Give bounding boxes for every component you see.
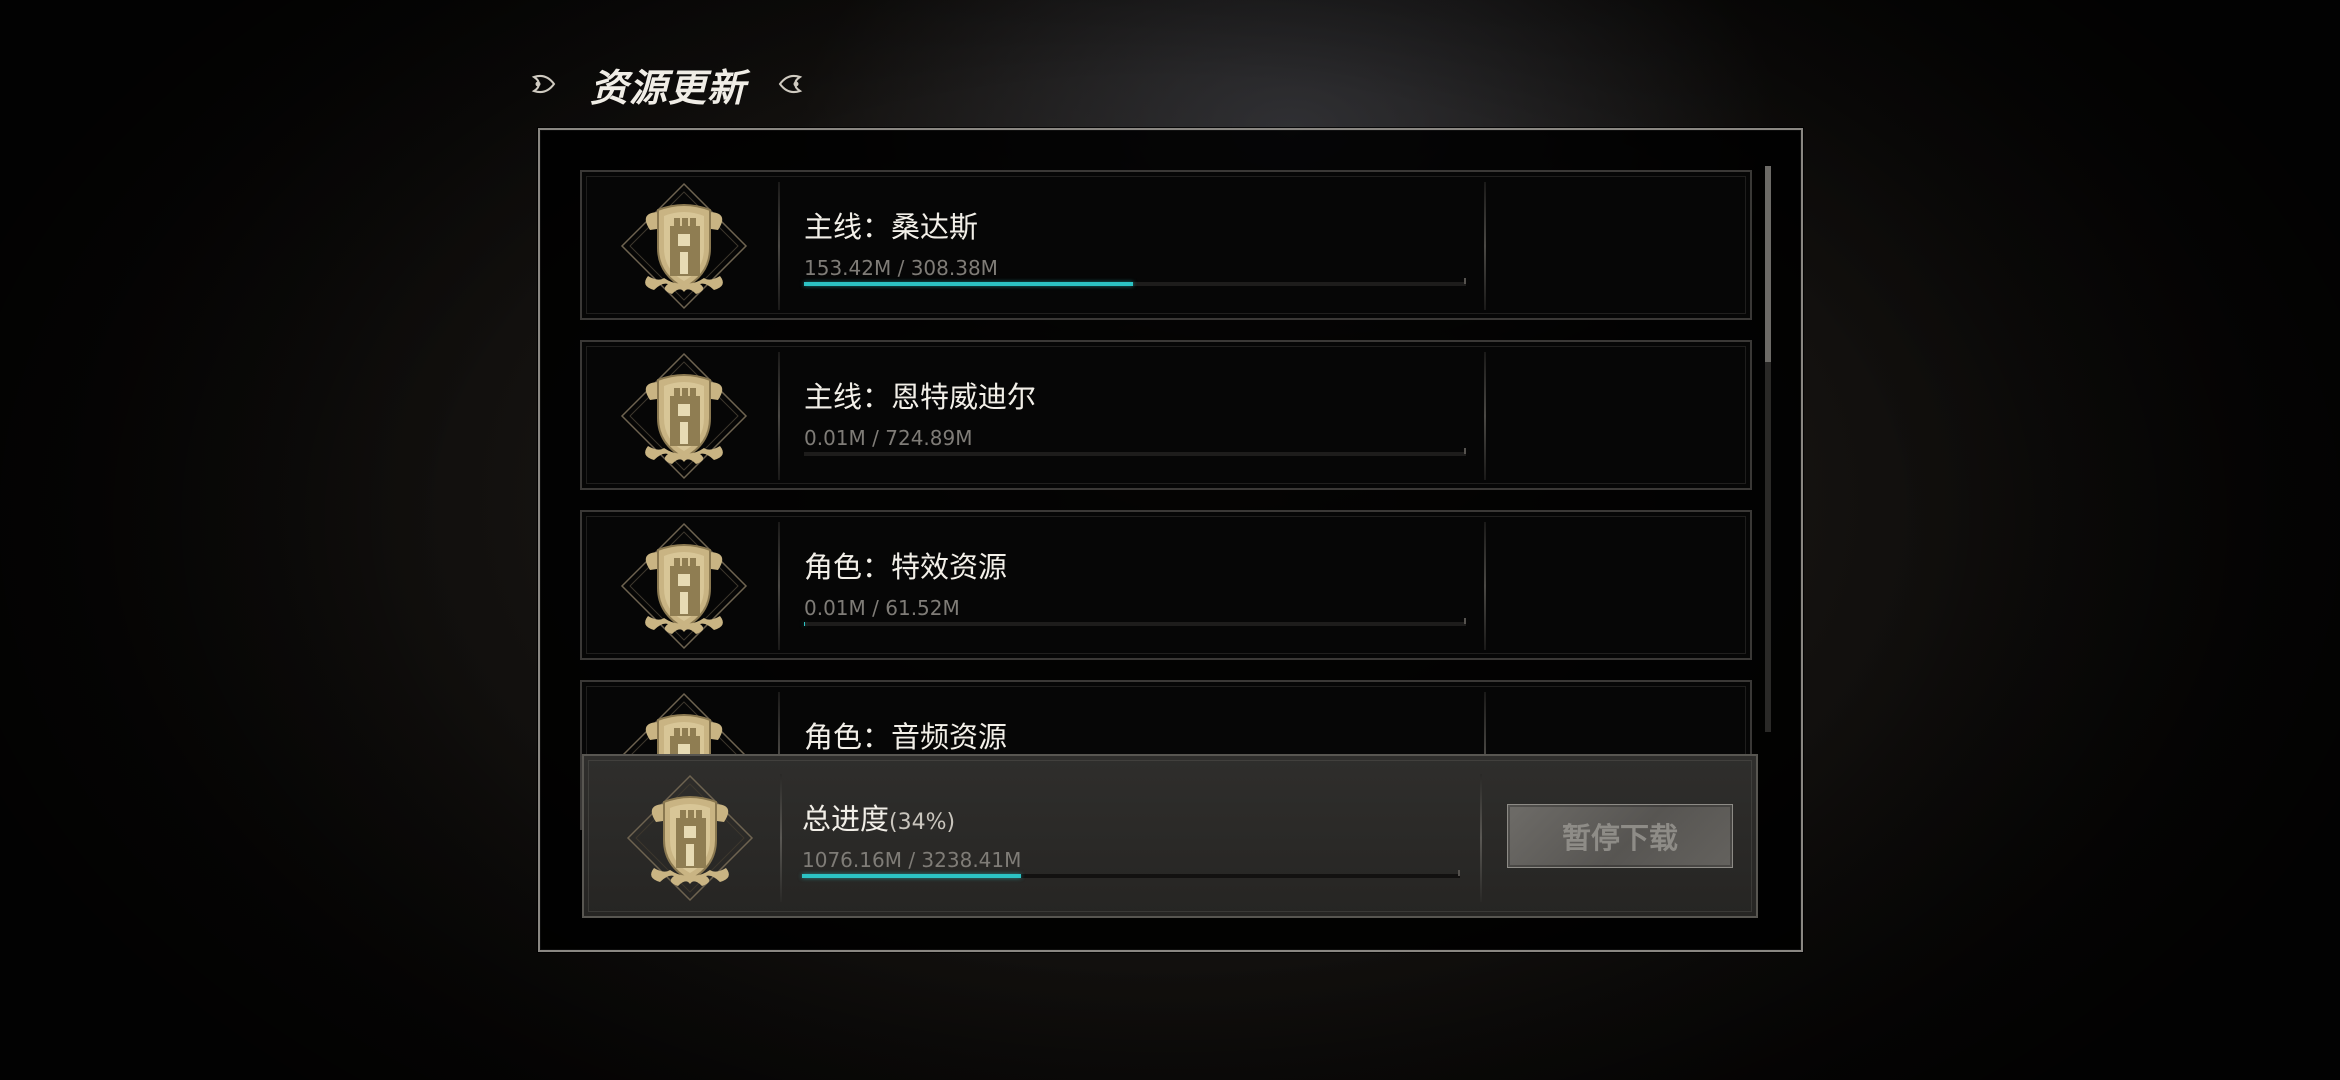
total-progress-card: 总进度(34%) 1076.16M / 3238.41M 暂停下载: [582, 754, 1758, 918]
total-progress-fill: [802, 874, 1021, 878]
item-title: 主线：桑达斯: [804, 210, 979, 244]
progress-end-cap: [1464, 618, 1466, 624]
total-progress-title: 总进度(34%): [802, 796, 955, 838]
divider: [778, 522, 780, 650]
download-item[interactable]: 主线：桑达斯 153.42M / 308.38M: [580, 170, 1752, 320]
divider: [780, 774, 782, 902]
item-size: 0.01M / 61.52M: [804, 596, 960, 620]
divider: [1484, 352, 1486, 480]
item-progress-fill: [804, 282, 1134, 286]
divider: [778, 352, 780, 480]
item-progress-bar: [804, 448, 1466, 456]
item-title: 角色：特效资源: [804, 550, 1008, 584]
item-progress-bar: [804, 618, 1466, 626]
leaf-ornament-left-icon: [528, 69, 558, 99]
item-size: 153.42M / 308.38M: [804, 256, 998, 280]
divider: [1484, 182, 1486, 310]
total-progress-label: 总进度: [802, 802, 890, 836]
total-progress-bar: [802, 870, 1460, 878]
item-frame: [586, 346, 1746, 484]
item-size: 0.01M / 724.89M: [804, 426, 973, 450]
item-title: 主线：恩特威迪尔: [804, 380, 1037, 414]
page-header: 资源更新: [528, 54, 806, 114]
castle-shield-emblem-icon: [620, 522, 748, 650]
leaf-ornament-right-icon: [776, 69, 806, 99]
pause-download-button[interactable]: 暂停下载: [1507, 804, 1733, 868]
scrollbar[interactable]: [1765, 166, 1771, 732]
progress-end-cap: [1464, 278, 1466, 284]
castle-shield-emblem-icon: [626, 774, 754, 902]
progress-end-cap: [1458, 870, 1460, 876]
progress-end-cap: [1464, 448, 1466, 454]
item-frame: [586, 176, 1746, 314]
castle-shield-emblem-icon: [620, 182, 748, 310]
divider: [1480, 774, 1482, 902]
divider: [778, 182, 780, 310]
resource-update-panel: 主线：桑达斯 153.42M / 308.38M 主线：恩特威迪尔 0.01M …: [538, 128, 1803, 952]
item-title: 角色：音频资源: [804, 720, 1008, 754]
divider: [1484, 522, 1486, 650]
scrollbar-thumb[interactable]: [1765, 166, 1771, 362]
total-progress-percent: (34%): [889, 810, 956, 835]
download-item[interactable]: 角色：特效资源 0.01M / 61.52M: [580, 510, 1752, 660]
item-frame: [586, 516, 1746, 654]
page-title: 资源更新: [590, 64, 747, 110]
castle-shield-emblem-icon: [620, 352, 748, 480]
download-item[interactable]: 主线：恩特威迪尔 0.01M / 724.89M: [580, 340, 1752, 490]
item-progress-bar: [804, 278, 1466, 286]
total-size: 1076.16M / 3238.41M: [802, 848, 1022, 872]
